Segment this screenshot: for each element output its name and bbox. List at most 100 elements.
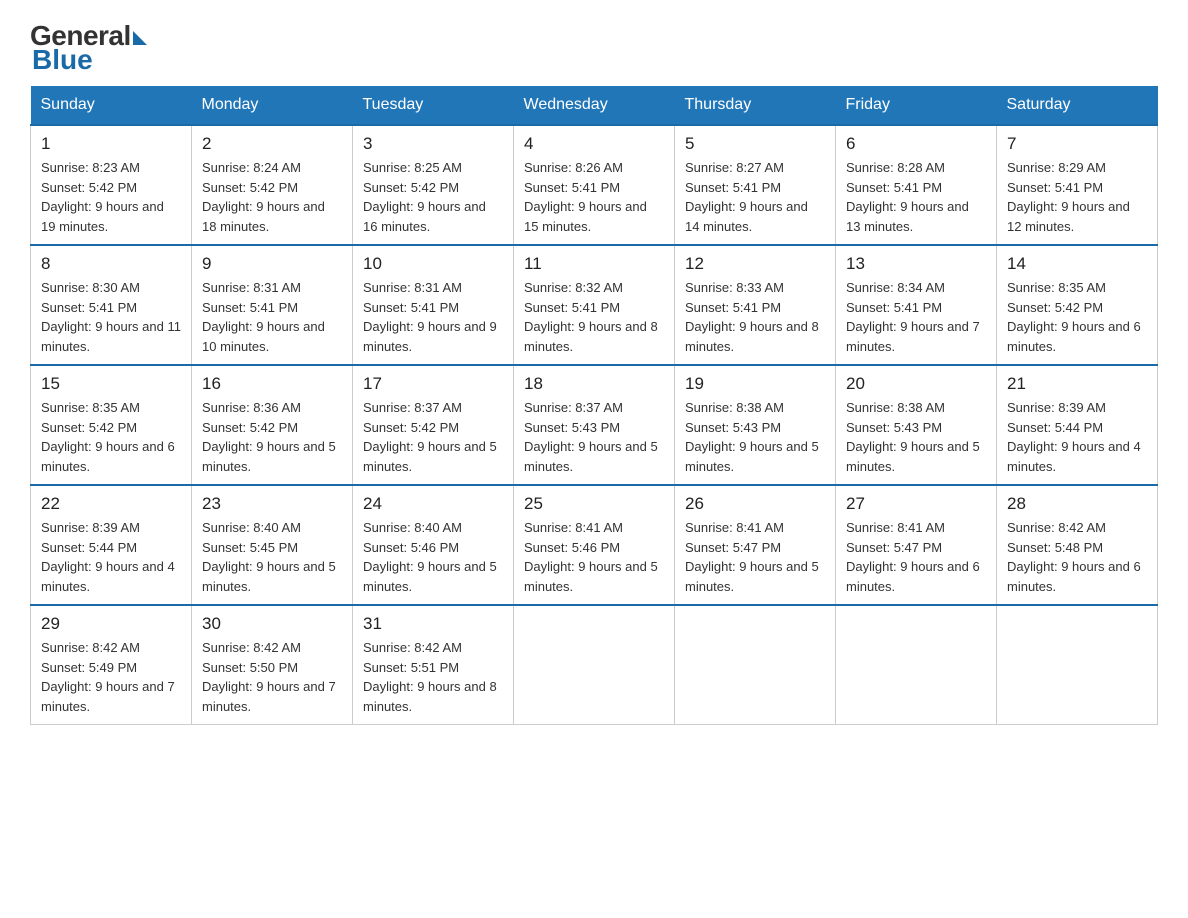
day-info: Sunrise: 8:38 AM Sunset: 5:43 PM Dayligh… xyxy=(685,398,825,476)
calendar-cell: 25 Sunrise: 8:41 AM Sunset: 5:46 PM Dayl… xyxy=(514,485,675,605)
day-number: 13 xyxy=(846,254,986,274)
day-number: 12 xyxy=(685,254,825,274)
day-number: 23 xyxy=(202,494,342,514)
calendar-week-row: 15 Sunrise: 8:35 AM Sunset: 5:42 PM Dayl… xyxy=(31,365,1158,485)
day-info: Sunrise: 8:23 AM Sunset: 5:42 PM Dayligh… xyxy=(41,158,181,236)
calendar-cell: 8 Sunrise: 8:30 AM Sunset: 5:41 PM Dayli… xyxy=(31,245,192,365)
calendar-cell: 5 Sunrise: 8:27 AM Sunset: 5:41 PM Dayli… xyxy=(675,125,836,245)
day-header-sunday: Sunday xyxy=(31,86,192,125)
day-header-monday: Monday xyxy=(192,86,353,125)
calendar-cell: 30 Sunrise: 8:42 AM Sunset: 5:50 PM Dayl… xyxy=(192,605,353,725)
day-header-tuesday: Tuesday xyxy=(353,86,514,125)
day-info: Sunrise: 8:32 AM Sunset: 5:41 PM Dayligh… xyxy=(524,278,664,356)
day-number: 25 xyxy=(524,494,664,514)
day-info: Sunrise: 8:39 AM Sunset: 5:44 PM Dayligh… xyxy=(41,518,181,596)
day-info: Sunrise: 8:37 AM Sunset: 5:42 PM Dayligh… xyxy=(363,398,503,476)
logo-blue-text: Blue xyxy=(32,44,93,76)
day-info: Sunrise: 8:40 AM Sunset: 5:46 PM Dayligh… xyxy=(363,518,503,596)
day-number: 10 xyxy=(363,254,503,274)
day-number: 31 xyxy=(363,614,503,634)
calendar-cell: 15 Sunrise: 8:35 AM Sunset: 5:42 PM Dayl… xyxy=(31,365,192,485)
day-info: Sunrise: 8:40 AM Sunset: 5:45 PM Dayligh… xyxy=(202,518,342,596)
day-number: 28 xyxy=(1007,494,1147,514)
day-number: 20 xyxy=(846,374,986,394)
calendar-table: SundayMondayTuesdayWednesdayThursdayFrid… xyxy=(30,86,1158,725)
day-number: 27 xyxy=(846,494,986,514)
calendar-cell: 22 Sunrise: 8:39 AM Sunset: 5:44 PM Dayl… xyxy=(31,485,192,605)
day-number: 16 xyxy=(202,374,342,394)
calendar-cell: 13 Sunrise: 8:34 AM Sunset: 5:41 PM Dayl… xyxy=(836,245,997,365)
logo: General Blue xyxy=(30,20,147,76)
calendar-cell: 4 Sunrise: 8:26 AM Sunset: 5:41 PM Dayli… xyxy=(514,125,675,245)
calendar-week-row: 22 Sunrise: 8:39 AM Sunset: 5:44 PM Dayl… xyxy=(31,485,1158,605)
calendar-cell: 23 Sunrise: 8:40 AM Sunset: 5:45 PM Dayl… xyxy=(192,485,353,605)
page-header: General Blue xyxy=(30,20,1158,76)
calendar-cell: 31 Sunrise: 8:42 AM Sunset: 5:51 PM Dayl… xyxy=(353,605,514,725)
logo-arrow-icon xyxy=(133,31,147,45)
day-header-saturday: Saturday xyxy=(997,86,1158,125)
day-info: Sunrise: 8:30 AM Sunset: 5:41 PM Dayligh… xyxy=(41,278,181,356)
calendar-cell: 6 Sunrise: 8:28 AM Sunset: 5:41 PM Dayli… xyxy=(836,125,997,245)
day-info: Sunrise: 8:42 AM Sunset: 5:48 PM Dayligh… xyxy=(1007,518,1147,596)
day-info: Sunrise: 8:34 AM Sunset: 5:41 PM Dayligh… xyxy=(846,278,986,356)
calendar-cell: 3 Sunrise: 8:25 AM Sunset: 5:42 PM Dayli… xyxy=(353,125,514,245)
calendar-cell xyxy=(836,605,997,725)
day-info: Sunrise: 8:37 AM Sunset: 5:43 PM Dayligh… xyxy=(524,398,664,476)
day-info: Sunrise: 8:28 AM Sunset: 5:41 PM Dayligh… xyxy=(846,158,986,236)
calendar-cell: 2 Sunrise: 8:24 AM Sunset: 5:42 PM Dayli… xyxy=(192,125,353,245)
day-info: Sunrise: 8:26 AM Sunset: 5:41 PM Dayligh… xyxy=(524,158,664,236)
calendar-cell: 26 Sunrise: 8:41 AM Sunset: 5:47 PM Dayl… xyxy=(675,485,836,605)
calendar-cell xyxy=(997,605,1158,725)
day-number: 22 xyxy=(41,494,181,514)
calendar-cell: 12 Sunrise: 8:33 AM Sunset: 5:41 PM Dayl… xyxy=(675,245,836,365)
day-info: Sunrise: 8:35 AM Sunset: 5:42 PM Dayligh… xyxy=(1007,278,1147,356)
day-info: Sunrise: 8:38 AM Sunset: 5:43 PM Dayligh… xyxy=(846,398,986,476)
day-info: Sunrise: 8:42 AM Sunset: 5:51 PM Dayligh… xyxy=(363,638,503,716)
day-info: Sunrise: 8:36 AM Sunset: 5:42 PM Dayligh… xyxy=(202,398,342,476)
day-info: Sunrise: 8:29 AM Sunset: 5:41 PM Dayligh… xyxy=(1007,158,1147,236)
calendar-cell: 7 Sunrise: 8:29 AM Sunset: 5:41 PM Dayli… xyxy=(997,125,1158,245)
day-number: 19 xyxy=(685,374,825,394)
day-number: 8 xyxy=(41,254,181,274)
day-info: Sunrise: 8:41 AM Sunset: 5:47 PM Dayligh… xyxy=(685,518,825,596)
day-info: Sunrise: 8:42 AM Sunset: 5:49 PM Dayligh… xyxy=(41,638,181,716)
day-info: Sunrise: 8:39 AM Sunset: 5:44 PM Dayligh… xyxy=(1007,398,1147,476)
day-number: 11 xyxy=(524,254,664,274)
calendar-cell: 14 Sunrise: 8:35 AM Sunset: 5:42 PM Dayl… xyxy=(997,245,1158,365)
day-number: 29 xyxy=(41,614,181,634)
day-info: Sunrise: 8:35 AM Sunset: 5:42 PM Dayligh… xyxy=(41,398,181,476)
day-info: Sunrise: 8:41 AM Sunset: 5:46 PM Dayligh… xyxy=(524,518,664,596)
day-info: Sunrise: 8:24 AM Sunset: 5:42 PM Dayligh… xyxy=(202,158,342,236)
calendar-cell: 20 Sunrise: 8:38 AM Sunset: 5:43 PM Dayl… xyxy=(836,365,997,485)
day-header-wednesday: Wednesday xyxy=(514,86,675,125)
day-number: 14 xyxy=(1007,254,1147,274)
day-number: 26 xyxy=(685,494,825,514)
calendar-week-row: 8 Sunrise: 8:30 AM Sunset: 5:41 PM Dayli… xyxy=(31,245,1158,365)
day-info: Sunrise: 8:42 AM Sunset: 5:50 PM Dayligh… xyxy=(202,638,342,716)
calendar-cell xyxy=(514,605,675,725)
day-number: 1 xyxy=(41,134,181,154)
calendar-cell: 17 Sunrise: 8:37 AM Sunset: 5:42 PM Dayl… xyxy=(353,365,514,485)
day-number: 4 xyxy=(524,134,664,154)
day-number: 3 xyxy=(363,134,503,154)
day-header-friday: Friday xyxy=(836,86,997,125)
day-number: 30 xyxy=(202,614,342,634)
day-number: 5 xyxy=(685,134,825,154)
day-info: Sunrise: 8:41 AM Sunset: 5:47 PM Dayligh… xyxy=(846,518,986,596)
day-info: Sunrise: 8:25 AM Sunset: 5:42 PM Dayligh… xyxy=(363,158,503,236)
calendar-cell: 1 Sunrise: 8:23 AM Sunset: 5:42 PM Dayli… xyxy=(31,125,192,245)
day-info: Sunrise: 8:31 AM Sunset: 5:41 PM Dayligh… xyxy=(363,278,503,356)
calendar-cell: 9 Sunrise: 8:31 AM Sunset: 5:41 PM Dayli… xyxy=(192,245,353,365)
day-number: 15 xyxy=(41,374,181,394)
calendar-header-row: SundayMondayTuesdayWednesdayThursdayFrid… xyxy=(31,86,1158,125)
day-number: 9 xyxy=(202,254,342,274)
day-info: Sunrise: 8:31 AM Sunset: 5:41 PM Dayligh… xyxy=(202,278,342,356)
calendar-week-row: 1 Sunrise: 8:23 AM Sunset: 5:42 PM Dayli… xyxy=(31,125,1158,245)
day-number: 21 xyxy=(1007,374,1147,394)
calendar-week-row: 29 Sunrise: 8:42 AM Sunset: 5:49 PM Dayl… xyxy=(31,605,1158,725)
calendar-cell: 19 Sunrise: 8:38 AM Sunset: 5:43 PM Dayl… xyxy=(675,365,836,485)
day-number: 17 xyxy=(363,374,503,394)
calendar-cell: 27 Sunrise: 8:41 AM Sunset: 5:47 PM Dayl… xyxy=(836,485,997,605)
calendar-cell: 16 Sunrise: 8:36 AM Sunset: 5:42 PM Dayl… xyxy=(192,365,353,485)
day-header-thursday: Thursday xyxy=(675,86,836,125)
